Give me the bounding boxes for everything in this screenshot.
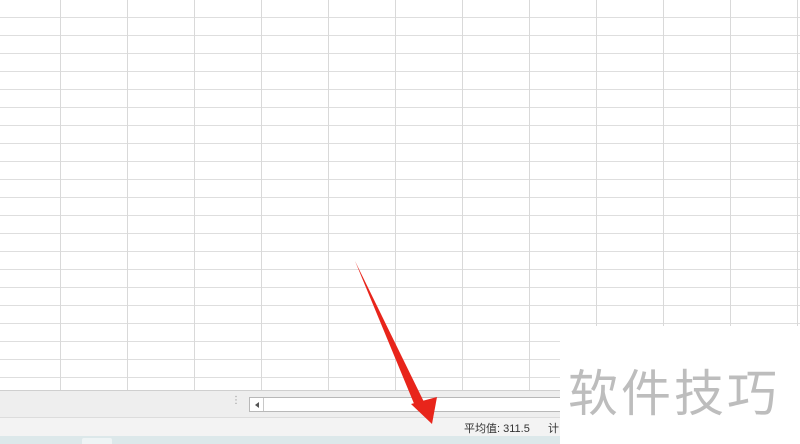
status-average: 平均值: 311.5 bbox=[464, 423, 530, 435]
status-count: 计 bbox=[548, 423, 559, 435]
tab-split-handle[interactable]: ⋮ bbox=[231, 396, 241, 410]
watermark-text: 软件技巧 bbox=[568, 365, 780, 423]
watermark: 软件技巧 bbox=[560, 326, 800, 444]
scroll-thumb[interactable] bbox=[266, 400, 426, 409]
scroll-left-icon[interactable] bbox=[250, 398, 264, 411]
taskbar-item[interactable] bbox=[82, 438, 112, 444]
